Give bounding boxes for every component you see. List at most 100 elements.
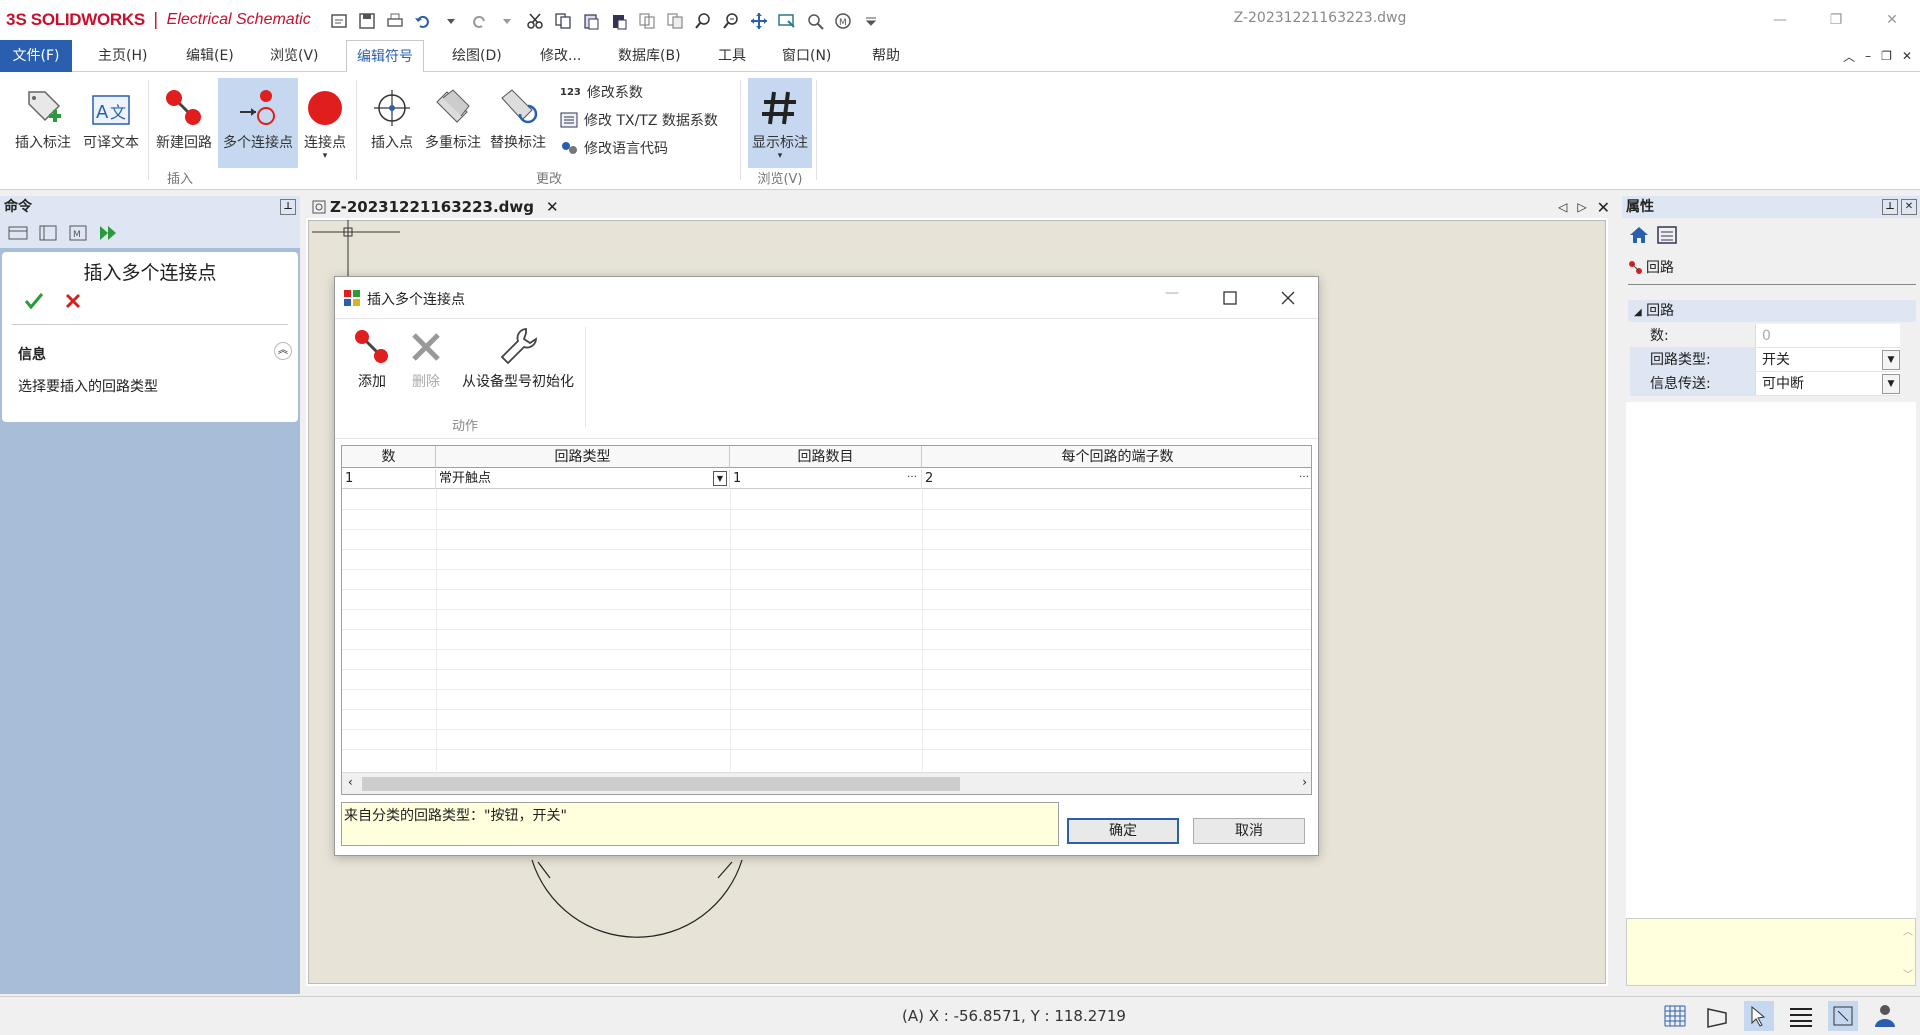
- property-value[interactable]: 0: [1756, 324, 1900, 347]
- pin-icon[interactable]: ⊥: [280, 199, 296, 215]
- copy-icon[interactable]: [552, 10, 574, 32]
- ok-check-icon[interactable]: [24, 292, 44, 310]
- menu-window[interactable]: 窗口(N): [772, 40, 841, 72]
- scrollbar-thumb[interactable]: [362, 777, 960, 791]
- cancel-x-icon[interactable]: [64, 292, 82, 310]
- ok-button[interactable]: 确定: [1067, 818, 1179, 844]
- restore-icon[interactable]: ❐: [1808, 0, 1864, 40]
- cancel-button[interactable]: 取消: [1193, 818, 1305, 844]
- properties-close-icon[interactable]: ✕: [1901, 199, 1917, 215]
- init-from-model-button[interactable]: 从设备型号初始化: [453, 327, 583, 391]
- dynamic-input-toggle[interactable]: [1828, 1001, 1858, 1031]
- dialog-minimize-icon[interactable]: —: [1165, 285, 1179, 301]
- undo-dropdown-icon[interactable]: [440, 10, 462, 32]
- list-view-icon[interactable]: [1656, 225, 1678, 245]
- duplicate-icon[interactable]: [636, 10, 658, 32]
- lineweight-icon[interactable]: [1786, 1001, 1816, 1031]
- doc-close-icon[interactable]: ✕: [1902, 49, 1912, 63]
- cell-terminals[interactable]: 2 …: [922, 469, 1311, 489]
- open-icon[interactable]: [328, 10, 350, 32]
- scroll-down-icon[interactable]: ﹀: [1903, 966, 1913, 981]
- tab-prev-icon[interactable]: ◁: [1558, 200, 1567, 214]
- show-tag-button[interactable]: 显示标注 ▾: [748, 78, 812, 168]
- multi-tag-button[interactable]: 多重标注: [422, 78, 484, 168]
- scroll-up-icon[interactable]: ︿: [1903, 923, 1913, 938]
- menu-database[interactable]: 数据库(B): [608, 40, 691, 72]
- zoom-window-icon[interactable]: [692, 10, 714, 32]
- delete-button[interactable]: 删除: [401, 327, 451, 391]
- menu-help[interactable]: 帮助: [862, 40, 910, 72]
- fast-forward-icon[interactable]: [98, 224, 118, 242]
- zoom-extents-icon[interactable]: [776, 10, 798, 32]
- paste-special-icon[interactable]: [608, 10, 630, 32]
- dropdown-arrow-icon[interactable]: ▼: [1882, 374, 1900, 394]
- save-icon[interactable]: [356, 10, 378, 32]
- duplicate2-icon[interactable]: [664, 10, 686, 32]
- column-header-terminals[interactable]: 每个回路的端子数: [922, 446, 1311, 468]
- redo-dropdown-icon[interactable]: [496, 10, 518, 32]
- panel-tool2-icon[interactable]: [38, 224, 58, 242]
- menu-tools[interactable]: 工具: [708, 40, 756, 72]
- menu-edit[interactable]: 编辑(E): [176, 40, 244, 72]
- paste-icon[interactable]: [580, 10, 602, 32]
- close-all-tabs-icon[interactable]: ✕: [1597, 198, 1610, 217]
- panel-tool1-icon[interactable]: [8, 224, 28, 242]
- menu-view[interactable]: 浏览(V): [260, 40, 329, 72]
- minimize-icon[interactable]: —: [1752, 0, 1808, 40]
- dialog-maximize-icon[interactable]: [1223, 291, 1237, 305]
- panel-tool3-icon[interactable]: M: [68, 224, 88, 242]
- column-header-num[interactable]: 数: [342, 446, 436, 468]
- cell-ellipsis-icon[interactable]: …: [1299, 465, 1309, 485]
- insert-point-button[interactable]: 插入点: [364, 78, 420, 168]
- properties-section-circuit[interactable]: ◢ 回路: [1628, 300, 1916, 322]
- menu-home[interactable]: 主页(H): [88, 40, 157, 72]
- doc-minimize-icon[interactable]: –: [1865, 49, 1871, 63]
- dropdown-arrow-icon[interactable]: ▼: [1882, 350, 1900, 370]
- redo-icon[interactable]: [468, 10, 490, 32]
- ortho-icon[interactable]: [1702, 1001, 1732, 1031]
- menu-file[interactable]: 文件(F): [0, 40, 72, 72]
- dialog-close-icon[interactable]: [1281, 291, 1295, 305]
- connection-dropdown-icon[interactable]: ▾: [323, 152, 328, 161]
- cut-icon[interactable]: [524, 10, 546, 32]
- tab-next-icon[interactable]: ▷: [1577, 200, 1586, 214]
- tab-close-icon[interactable]: ✕: [546, 198, 559, 216]
- insert-tag-button[interactable]: 插入标注: [10, 78, 76, 168]
- user-settings-icon[interactable]: [1870, 1001, 1900, 1031]
- print-icon[interactable]: [384, 10, 406, 32]
- horizontal-scrollbar[interactable]: ‹ ›: [342, 772, 1311, 794]
- column-header-count[interactable]: 回路数目: [730, 446, 922, 468]
- translatable-text-button[interactable]: A文 可译文本: [78, 78, 144, 168]
- grid-icon[interactable]: [1660, 1001, 1690, 1031]
- menu-modify[interactable]: 修改...: [530, 40, 591, 72]
- zoom-icon[interactable]: [804, 10, 826, 32]
- collapse-info-icon[interactable]: ︽: [274, 342, 292, 360]
- properties-tab-circuit[interactable]: 回路: [1628, 254, 1674, 280]
- scroll-right-icon[interactable]: ›: [1302, 775, 1307, 789]
- property-value-transfer[interactable]: 可中断 ▼: [1756, 372, 1900, 395]
- multi-connection-button[interactable]: 多个连接点: [218, 78, 298, 168]
- menu-edit-symbol[interactable]: 编辑符号: [346, 40, 424, 73]
- doc-restore-icon[interactable]: ❐: [1881, 49, 1892, 63]
- macro-icon[interactable]: M: [832, 10, 854, 32]
- undo-icon[interactable]: [412, 10, 434, 32]
- connection-point-button[interactable]: 连接点 ▾: [300, 78, 350, 168]
- add-button[interactable]: 添加: [347, 327, 397, 391]
- customize-qat-icon[interactable]: [860, 10, 882, 32]
- tab-document[interactable]: Z-20231221163223.dwg ✕: [312, 196, 559, 218]
- snap-toggle[interactable]: [1744, 1001, 1774, 1031]
- modify-lang-button[interactable]: 修改语言代码: [560, 136, 668, 160]
- new-circuit-button[interactable]: 新建回路: [152, 78, 216, 168]
- collapse-ribbon-icon[interactable]: ︿: [1843, 48, 1855, 65]
- zoom-realtime-icon[interactable]: [720, 10, 742, 32]
- show-tag-dropdown-icon[interactable]: ▾: [778, 152, 783, 161]
- scroll-left-icon[interactable]: ‹: [348, 775, 353, 789]
- home-icon[interactable]: [1628, 225, 1650, 245]
- close-window-icon[interactable]: ✕: [1864, 0, 1920, 40]
- cell-dropdown-icon[interactable]: ▼: [713, 471, 727, 486]
- column-header-type[interactable]: 回路类型: [436, 446, 730, 468]
- modify-txtz-button[interactable]: 修改 TX/TZ 数据系数: [560, 108, 718, 132]
- cell-count[interactable]: 1 …: [730, 469, 922, 489]
- pan-icon[interactable]: [748, 10, 770, 32]
- cell-ellipsis-icon[interactable]: …: [907, 465, 917, 485]
